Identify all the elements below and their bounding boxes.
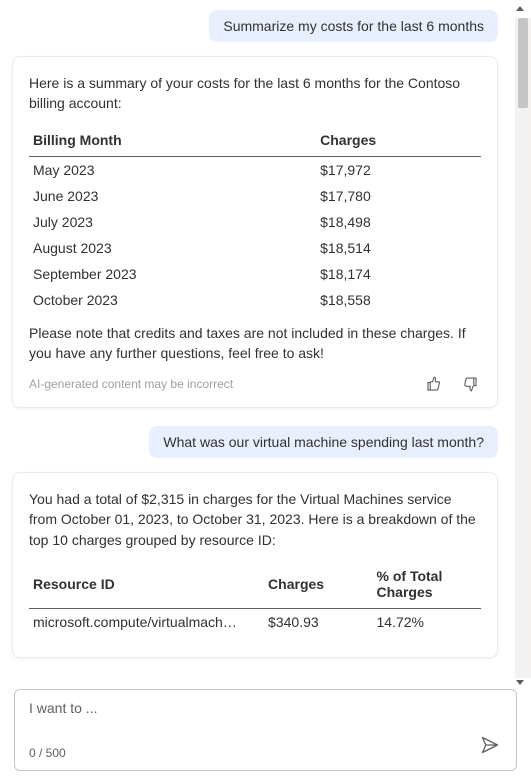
ai-disclaimer: AI-generated content may be incorrect — [29, 377, 233, 391]
col-charges: Charges — [264, 562, 372, 609]
thumbs-down-button[interactable] — [459, 373, 481, 395]
cell-month: May 2023 — [29, 156, 316, 183]
char-counter: 0 / 500 — [29, 746, 66, 760]
cell-charges: $340.93 — [264, 609, 372, 636]
table-row: June 2023$17,780 — [29, 183, 481, 209]
chat-input-bar: 0 / 500 — [14, 689, 517, 771]
scroll-down-icon[interactable] — [515, 677, 525, 687]
thumbs-up-button[interactable] — [423, 373, 445, 395]
send-button[interactable] — [478, 733, 502, 760]
user-message: Summarize my costs for the last 6 months — [209, 10, 498, 42]
cell-charges: $18,514 — [316, 235, 481, 261]
cell-month: August 2023 — [29, 235, 316, 261]
ai-note-text: Please note that credits and taxes are n… — [29, 323, 481, 364]
user-message: What was our virtual machine spending la… — [149, 426, 498, 458]
ai-intro-text: You had a total of $2,315 in charges for… — [29, 489, 481, 550]
ai-response-card: You had a total of $2,315 in charges for… — [12, 472, 498, 658]
scroll-up-icon[interactable] — [515, 4, 525, 14]
cell-charges: $18,498 — [316, 209, 481, 235]
cell-charges: $18,174 — [316, 261, 481, 287]
table-row: August 2023$18,514 — [29, 235, 481, 261]
ai-intro-text: Here is a summary of your costs for the … — [29, 73, 481, 114]
cell-charges: $17,972 — [316, 156, 481, 183]
cell-charges: $17,780 — [316, 183, 481, 209]
scrollbar-track[interactable] — [515, 18, 531, 678]
chat-scroll-area[interactable]: Summarize my costs for the last 6 months… — [0, 0, 510, 683]
ai-response-card: Here is a summary of your costs for the … — [12, 56, 498, 408]
cell-month: September 2023 — [29, 261, 316, 287]
col-charges: Charges — [316, 126, 481, 157]
cell-month: June 2023 — [29, 183, 316, 209]
thumbs-down-icon — [461, 375, 479, 393]
vm-breakdown-table: Resource ID Charges % of Total Charges m… — [29, 562, 481, 635]
cell-pct: 14.72% — [373, 609, 481, 636]
cell-month: October 2023 — [29, 287, 316, 313]
chat-input[interactable] — [29, 700, 502, 716]
table-row: July 2023$18,498 — [29, 209, 481, 235]
table-row: May 2023$17,972 — [29, 156, 481, 183]
cost-summary-table: Billing Month Charges May 2023$17,972 Ju… — [29, 126, 481, 313]
cell-month: July 2023 — [29, 209, 316, 235]
cell-charges: $18,558 — [316, 287, 481, 313]
cell-resource: microsoft.compute/virtualmach… — [29, 609, 264, 636]
table-row: September 2023$18,174 — [29, 261, 481, 287]
send-icon — [480, 735, 500, 755]
table-row: October 2023$18,558 — [29, 287, 481, 313]
thumbs-up-icon — [425, 375, 443, 393]
scrollbar-thumb[interactable] — [518, 18, 528, 108]
col-billing-month: Billing Month — [29, 126, 316, 157]
col-resource-id: Resource ID — [29, 562, 264, 609]
col-pct-total: % of Total Charges — [373, 562, 481, 609]
table-row: microsoft.compute/virtualmach… $340.93 1… — [29, 609, 481, 636]
